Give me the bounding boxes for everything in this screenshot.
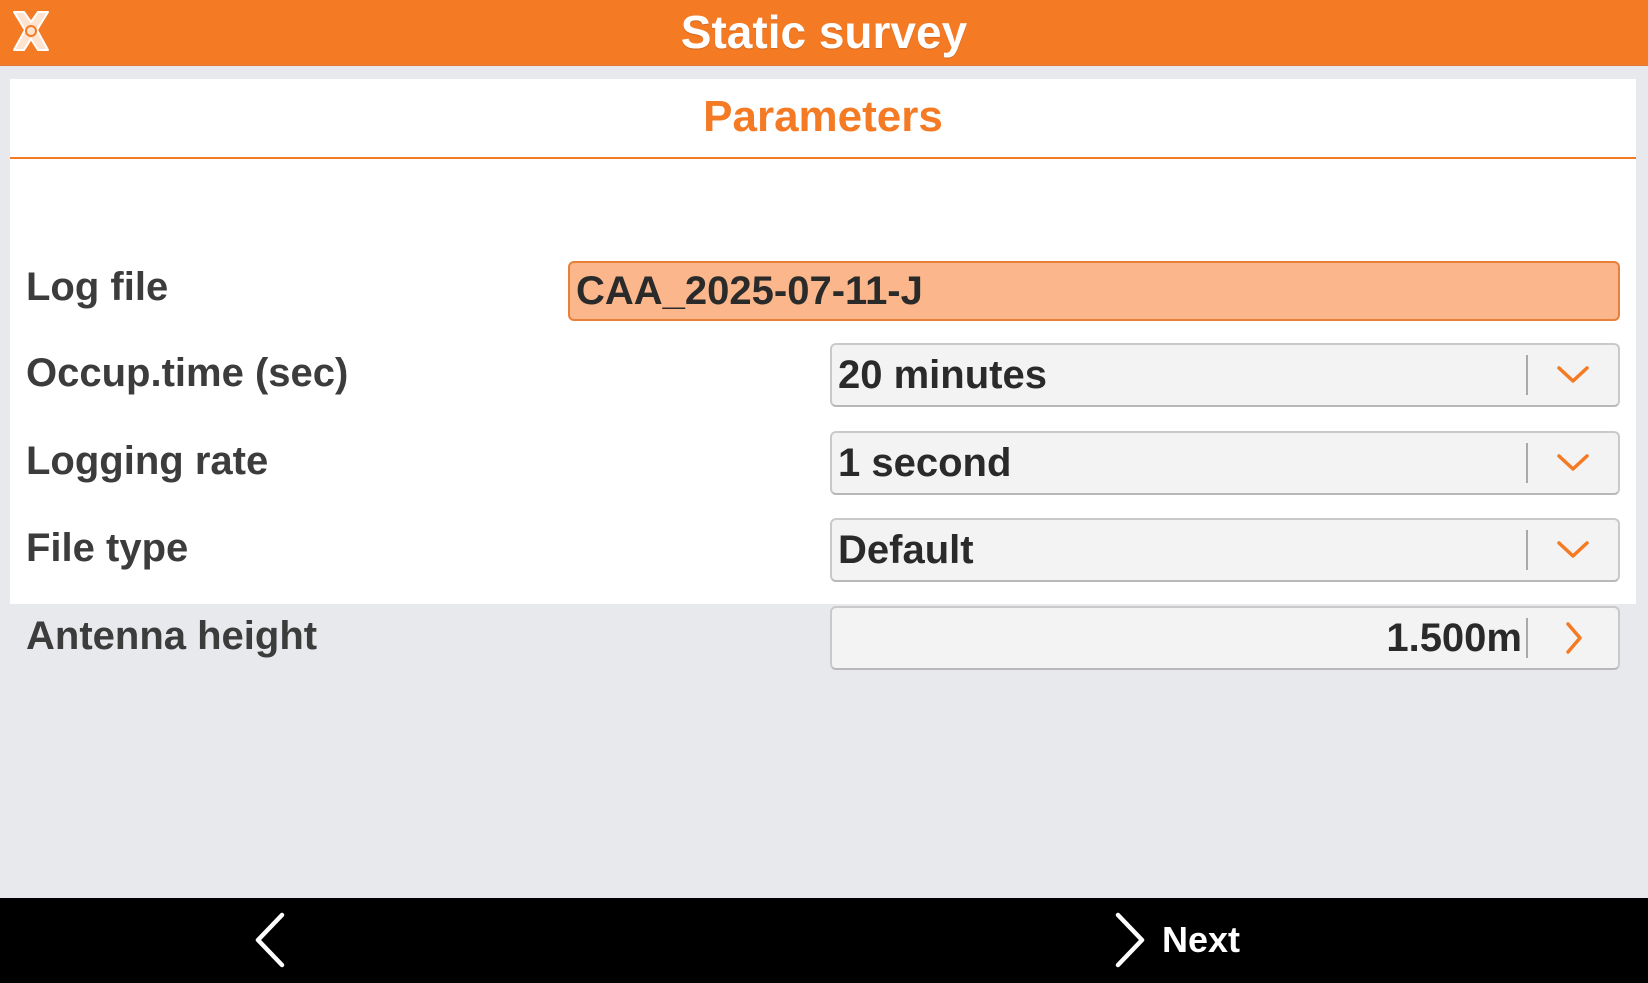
- log-file-input[interactable]: CAA_2025-07-11-J: [568, 261, 1620, 321]
- antenna-height-field[interactable]: 1.500m: [830, 606, 1620, 670]
- log-file-row: Log file CAA_2025-07-11-J: [10, 247, 1636, 327]
- occup-time-label: Occup.time (sec): [26, 351, 349, 395]
- occup-time-row: Occup.time (sec) 20 minutes: [10, 333, 1636, 413]
- chevron-right-icon: [1115, 912, 1145, 968]
- antenna-height-label: Antenna height: [26, 614, 318, 658]
- panel-heading: Parameters: [10, 79, 1636, 159]
- bottom-nav-bar: Next: [0, 898, 1648, 983]
- occup-time-value: 20 minutes: [838, 353, 1047, 397]
- title-bar: Static survey: [0, 0, 1648, 66]
- next-label: Next: [1162, 919, 1241, 960]
- occup-time-select[interactable]: 20 minutes: [830, 343, 1620, 407]
- chevron-down-icon: [1528, 520, 1618, 580]
- file-type-row: File type Default: [10, 508, 1636, 588]
- back-button[interactable]: [240, 910, 300, 970]
- chevron-left-icon: [255, 912, 285, 968]
- logging-rate-select[interactable]: 1 second: [830, 431, 1620, 495]
- parameters-panel: Parameters Log file CAA_2025-07-11-J Occ…: [10, 79, 1636, 670]
- log-file-label: Log file: [26, 265, 169, 309]
- window-title: Static survey: [680, 6, 968, 58]
- logging-rate-row: Logging rate 1 second: [10, 421, 1636, 501]
- file-type-label: File type: [26, 526, 189, 570]
- chevron-down-icon: [1528, 433, 1618, 493]
- antenna-height-value: 1.500m: [1386, 616, 1522, 660]
- chevron-right-icon: [1528, 608, 1618, 668]
- logging-rate-label: Logging rate: [26, 439, 269, 483]
- antenna-height-row: Antenna height 1.500m: [10, 596, 1636, 676]
- next-button[interactable]: Next: [1112, 908, 1240, 972]
- file-type-select[interactable]: Default: [830, 518, 1620, 582]
- logging-rate-value: 1 second: [838, 441, 1012, 485]
- file-type-value: Default: [838, 528, 974, 572]
- chevron-down-icon: [1528, 345, 1618, 405]
